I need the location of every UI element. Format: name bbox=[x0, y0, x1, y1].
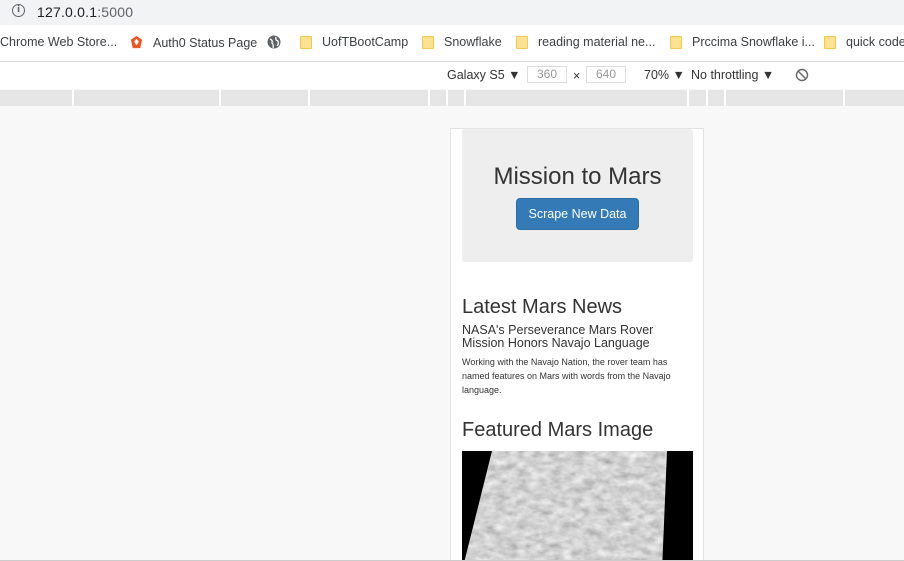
ruler-marker bbox=[72, 90, 74, 106]
url-host: 127.0.0.1 bbox=[37, 4, 98, 20]
ruler-marker bbox=[843, 90, 845, 106]
mars-terrain-image bbox=[462, 451, 693, 560]
folder-icon bbox=[516, 35, 528, 49]
bookmark-chrome-web-store[interactable]: Chrome Web Store... bbox=[0, 35, 117, 49]
news-title: NASA's Perseverance Mars Rover Mission H… bbox=[462, 323, 654, 350]
bookmark-label: Auth0 Status Page bbox=[153, 35, 258, 50]
news-section: Latest Mars News NASA's Perseverance Mar… bbox=[462, 296, 694, 397]
news-heading: Latest Mars News bbox=[462, 296, 623, 318]
zoom-select[interactable]: 70% ▼ bbox=[644, 68, 685, 82]
image-heading: Featured Mars Image bbox=[462, 419, 654, 441]
url-port: :5000 bbox=[97, 4, 134, 20]
bookmark-label: reading material ne... bbox=[538, 35, 656, 49]
ruler-marker bbox=[706, 90, 708, 106]
bookmark-label: Chrome Web Store... bbox=[0, 35, 118, 49]
device-viewport: Mission to Mars Scrape New Data Latest M… bbox=[450, 128, 704, 561]
bookmark-quick-code[interactable]: quick code bbox=[824, 35, 904, 49]
scrape-button[interactable]: Scrape New Data bbox=[516, 198, 639, 230]
bookmark-prccima-snowflake[interactable]: Prccima Snowflake i... bbox=[670, 35, 815, 49]
news-paragraph: Working with the Navajo Nation, the rove… bbox=[462, 357, 671, 395]
height-input[interactable]: 640 bbox=[586, 66, 626, 83]
width-input[interactable]: 360 bbox=[527, 66, 567, 83]
media-query-ruler[interactable] bbox=[0, 90, 904, 106]
globe-icon bbox=[267, 35, 281, 49]
throttling-select[interactable]: No throttling ▼ bbox=[691, 68, 774, 82]
ruler-marker bbox=[428, 90, 430, 106]
featured-image[interactable] bbox=[462, 451, 693, 560]
bookmark-uoftbootcamp[interactable]: UofTBootCamp bbox=[300, 35, 408, 49]
page-title: Mission to Mars bbox=[493, 163, 662, 190]
folder-icon bbox=[300, 35, 312, 49]
ruler-marker bbox=[219, 90, 221, 106]
bookmark-snowflake[interactable]: Snowflake bbox=[422, 35, 502, 49]
ruler-marker bbox=[464, 90, 466, 106]
rotate-icon[interactable] bbox=[795, 68, 809, 82]
address-field[interactable] bbox=[0, 0, 904, 25]
ruler-marker bbox=[724, 90, 726, 106]
url-text[interactable]: 127.0.0.1:5000 bbox=[37, 4, 133, 20]
folder-icon bbox=[824, 35, 836, 49]
bookmark-label: quick code bbox=[846, 35, 904, 49]
jumbotron: Mission to Mars Scrape New Data bbox=[462, 129, 693, 262]
info-icon[interactable]: i bbox=[12, 4, 25, 17]
dimension-separator: × bbox=[573, 69, 581, 83]
bookmarks-bar: Chrome Web Store... Auth0 Status Page Uo… bbox=[0, 25, 904, 62]
folder-icon bbox=[670, 35, 682, 49]
image-section: Featured Mars Image bbox=[462, 419, 694, 442]
address-bar[interactable]: i 127.0.0.1:5000 bbox=[0, 0, 904, 25]
bookmark-globe[interactable] bbox=[267, 35, 290, 49]
ruler-marker bbox=[308, 90, 310, 106]
ruler-marker bbox=[687, 90, 689, 106]
ruler-marker bbox=[446, 90, 448, 106]
bookmark-label: Prccima Snowflake i... bbox=[692, 35, 815, 49]
folder-icon bbox=[422, 35, 434, 49]
bookmark-label: UofTBootCamp bbox=[322, 35, 409, 49]
device-toolbar: Galaxy S5 ▼ 360 × 640 70% ▼ No throttlin… bbox=[0, 62, 904, 89]
bookmark-label: Snowflake bbox=[444, 35, 502, 49]
auth0-icon bbox=[130, 35, 143, 49]
bookmark-auth0[interactable]: Auth0 Status Page bbox=[129, 35, 257, 50]
device-select[interactable]: Galaxy S5 ▼ bbox=[447, 68, 521, 82]
bookmark-reading-material[interactable]: reading material ne... bbox=[516, 35, 655, 49]
